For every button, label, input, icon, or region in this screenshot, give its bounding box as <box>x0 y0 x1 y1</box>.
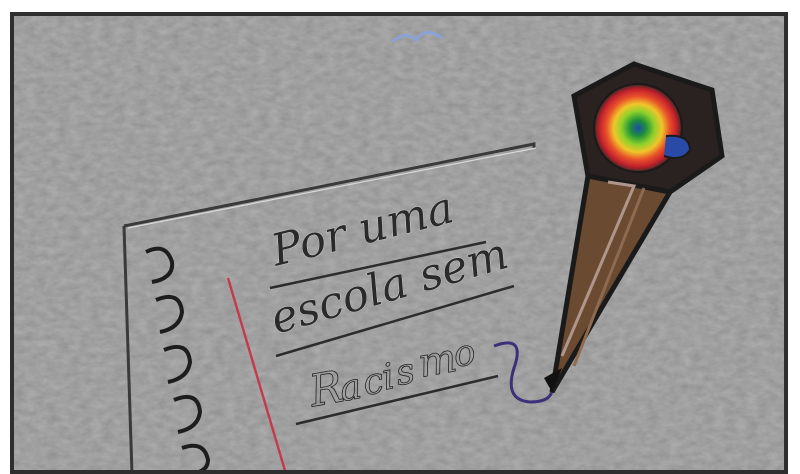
pencil-rainbow-end <box>593 83 683 173</box>
artwork-canvas: Por uma escola sem R a c i s m o <box>14 16 784 470</box>
painting-frame: Por uma escola sem R a c i s m o <box>10 12 788 474</box>
